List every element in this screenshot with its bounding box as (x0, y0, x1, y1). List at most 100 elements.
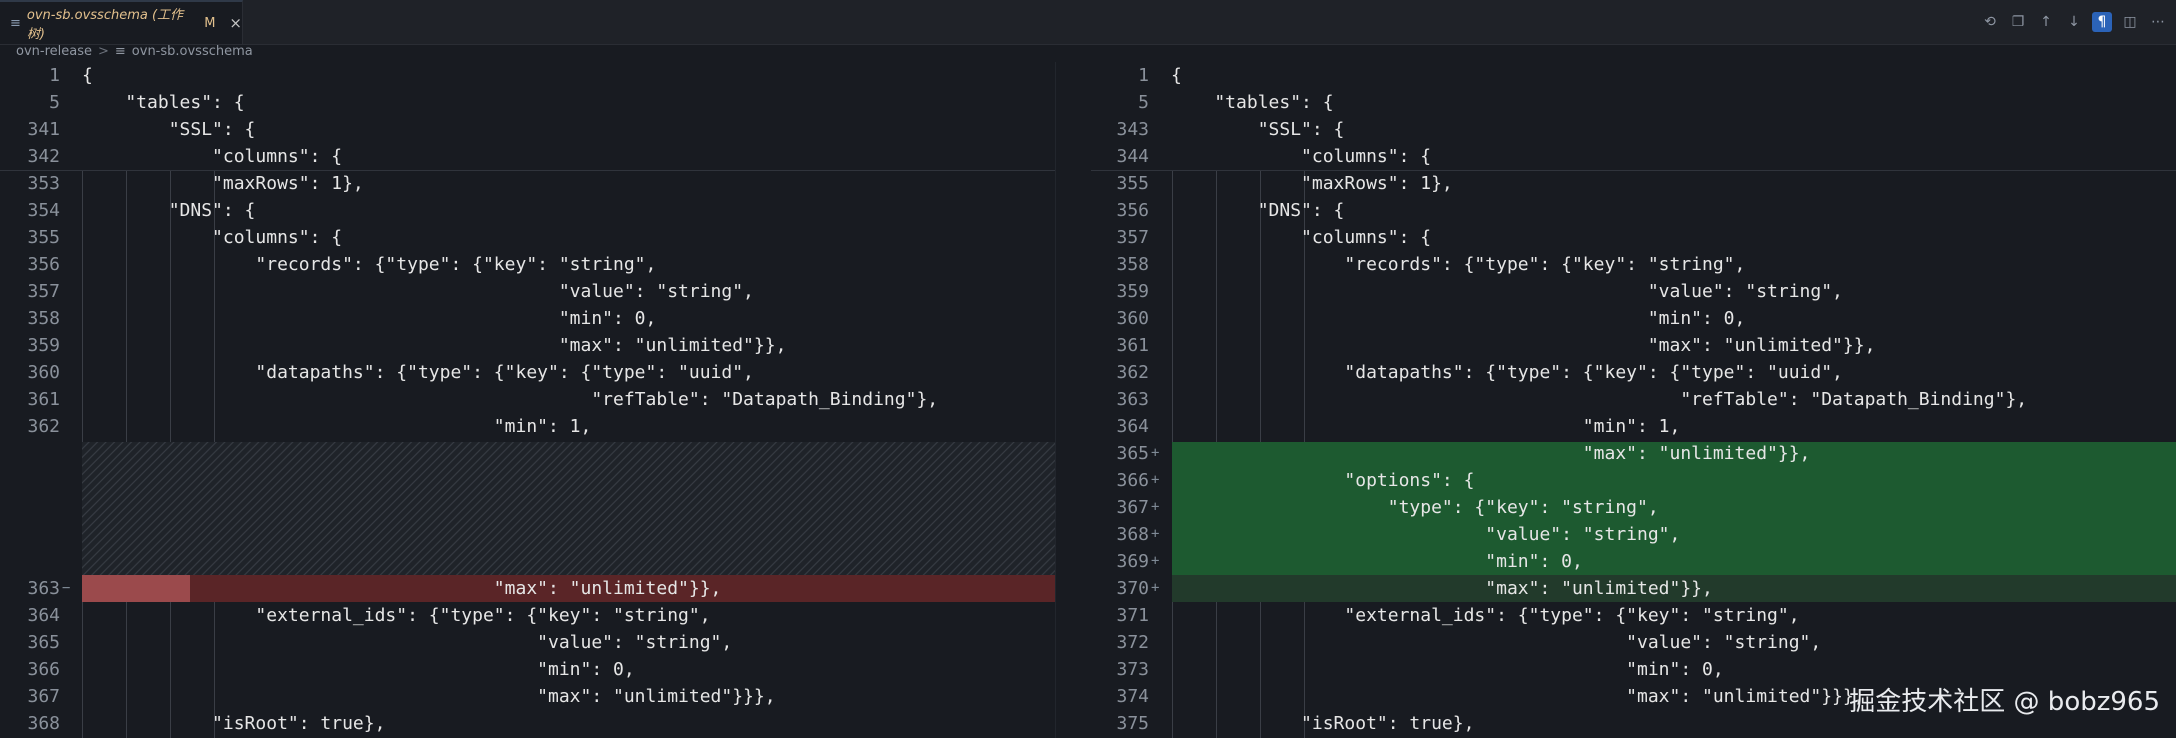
code-text: "type": {"key": "string", (1171, 497, 1659, 518)
code-line[interactable]: 360 "min": 0, (1091, 305, 2176, 332)
breadcrumb-file[interactable]: ovn-sb.ovsschema (132, 44, 253, 59)
code-line[interactable]: 363 "refTable": "Datapath_Binding"}, (1091, 386, 2176, 413)
code-line[interactable]: 366 "min": 0, (0, 656, 1055, 683)
code-line[interactable]: 363− "max": "unlimited"}}, (0, 575, 1055, 602)
code-line[interactable]: 343 "SSL": { (1091, 116, 2176, 143)
line-number: 365 (1116, 443, 1149, 464)
addition-marker: + (1151, 580, 1160, 596)
code-line[interactable]: 360 "datapaths": {"type": {"key": {"type… (0, 359, 1055, 386)
addition-marker: + (1151, 526, 1160, 542)
addition-marker: + (1151, 472, 1160, 488)
line-number: 362 (27, 416, 60, 437)
inline-view-icon[interactable]: ◫ (2120, 12, 2140, 32)
code-line[interactable]: 372 "value": "string", (1091, 629, 2176, 656)
code-text: "records": {"type": {"key": "string", (1171, 254, 1746, 275)
code-text: "external_ids": {"type": {"key": "string… (1171, 605, 1800, 626)
line-number: 355 (27, 227, 60, 248)
code-line[interactable]: 355 "columns": { (0, 224, 1055, 251)
code-text: "columns": { (1171, 227, 1432, 248)
code-text: "columns": { (82, 227, 343, 248)
line-number: 5 (49, 92, 60, 113)
code-text: "SSL": { (82, 119, 256, 140)
code-line[interactable]: 371 "external_ids": {"type": {"key": "st… (1091, 602, 2176, 629)
modified-badge: M (204, 15, 216, 31)
line-number: 356 (1116, 200, 1149, 221)
code-line[interactable]: 362 "datapaths": {"type": {"key": {"type… (1091, 359, 2176, 386)
history-icon[interactable]: ⟲ (1980, 12, 2000, 32)
code-line[interactable]: 367 "max": "unlimited"}}}, (0, 683, 1055, 710)
code-line[interactable]: 1{ (1091, 62, 2176, 89)
code-text: "external_ids": {"type": {"key": "string… (82, 605, 711, 626)
code-text: { (82, 65, 93, 86)
code-line[interactable]: 344 "columns": { (1091, 143, 2176, 170)
code-line[interactable]: 368 + "value": "string", (1091, 521, 2176, 548)
code-line[interactable]: 364 "min": 1, (1091, 413, 2176, 440)
code-line[interactable]: 364 "external_ids": {"type": {"key": "st… (0, 602, 1055, 629)
line-number: 355 (1116, 173, 1149, 194)
breadcrumb-folder[interactable]: ovn-release (16, 44, 92, 59)
code-line[interactable]: 368 "isRoot": true}, (0, 710, 1055, 737)
code-text: "min": 0, (1171, 659, 1724, 680)
code-line[interactable]: 342 "columns": { (0, 143, 1055, 170)
code-text: "max": "unlimited"}}, (82, 335, 787, 356)
code-text: "max": "unlimited"}}, (1171, 578, 1713, 599)
line-number: 373 (1116, 659, 1149, 680)
code-line[interactable]: 358 "min": 0, (0, 305, 1055, 332)
editor-tab[interactable]: ≡ ovn-sb.ovsschema (工作树) M × (0, 0, 243, 44)
line-number: 374 (1116, 686, 1149, 707)
code-line[interactable]: 365 + "max": "unlimited"}}, (1091, 440, 2176, 467)
line-number: 365 (27, 632, 60, 653)
line-number: 357 (1116, 227, 1149, 248)
diff-placeholder (82, 442, 1055, 577)
more-actions-icon[interactable]: ⋯ (2148, 12, 2168, 32)
code-text: "value": "string", (1171, 632, 1822, 653)
code-line[interactable]: 366 + "options": { (1091, 467, 2176, 494)
code-line[interactable]: 361 "refTable": "Datapath_Binding"}, (0, 386, 1055, 413)
code-line[interactable]: 5 "tables": { (1091, 89, 2176, 116)
code-line[interactable]: 355 "maxRows": 1}, (1091, 170, 2176, 197)
line-number: 360 (27, 362, 60, 383)
code-line[interactable]: 358 "records": {"type": {"key": "string"… (1091, 251, 2176, 278)
line-number: 361 (27, 389, 60, 410)
modified-editor-pane[interactable]: 1{5 "tables": {343 "SSL": {344 "columns"… (1091, 62, 2176, 738)
code-line[interactable]: 373 "min": 0, (1091, 656, 2176, 683)
code-line[interactable]: 370 + "max": "unlimited"}}, (1091, 575, 2176, 602)
line-number: 366 (27, 659, 60, 680)
code-line[interactable]: 359 "max": "unlimited"}}, (0, 332, 1055, 359)
line-number: 356 (27, 254, 60, 275)
code-line[interactable]: 365 "value": "string", (0, 629, 1055, 656)
line-number: 361 (1116, 335, 1149, 356)
code-text: "min": 0, (1171, 308, 1746, 329)
code-text: "datapaths": {"type": {"key": {"type": "… (82, 362, 754, 383)
editor-actions: ⟲ ❐ ↑ ↓ ¶ ◫ ⋯ (1980, 10, 2168, 34)
code-line[interactable]: 341 "SSL": { (0, 116, 1055, 143)
addition-marker: + (1151, 499, 1160, 515)
code-line[interactable]: 367 + "type": {"key": "string", (1091, 494, 2176, 521)
code-line[interactable]: 356 "DNS": { (1091, 197, 2176, 224)
code-line[interactable]: 353 "maxRows": 1}, (0, 170, 1055, 197)
line-number: 363 (1116, 389, 1149, 410)
code-line[interactable]: 361 "max": "unlimited"}}, (1091, 332, 2176, 359)
code-line[interactable]: 1{ (0, 62, 1055, 89)
line-number: 368 (27, 713, 60, 734)
whitespace-toggle-icon[interactable]: ¶ (2092, 12, 2112, 32)
code-line[interactable]: 369 + "min": 0, (1091, 548, 2176, 575)
code-line[interactable]: 354 "DNS": { (0, 197, 1055, 224)
code-line[interactable]: 357 "columns": { (1091, 224, 2176, 251)
code-text: "options": { (1171, 470, 1475, 491)
open-file-icon[interactable]: ❐ (2008, 12, 2028, 32)
code-text: "DNS": { (82, 200, 256, 221)
line-number: 366 (1116, 470, 1149, 491)
code-line[interactable]: 362 "min": 1, (0, 413, 1055, 440)
close-icon[interactable]: × (229, 14, 242, 32)
code-line[interactable]: 359 "value": "string", (1091, 278, 2176, 305)
code-line[interactable]: 5 "tables": { (0, 89, 1055, 116)
code-text: "max": "unlimited"}}}, (82, 686, 776, 707)
code-line[interactable]: 356 "records": {"type": {"key": "string"… (0, 251, 1055, 278)
next-change-icon[interactable]: ↓ (2064, 12, 2084, 32)
code-text: "tables": { (1171, 92, 1334, 113)
previous-change-icon[interactable]: ↑ (2036, 12, 2056, 32)
code-text: "max": "unlimited"}}, (82, 578, 722, 599)
original-editor-pane[interactable]: 1{5 "tables": {341 "SSL": {342 "columns"… (0, 62, 1055, 738)
code-line[interactable]: 357 "value": "string", (0, 278, 1055, 305)
